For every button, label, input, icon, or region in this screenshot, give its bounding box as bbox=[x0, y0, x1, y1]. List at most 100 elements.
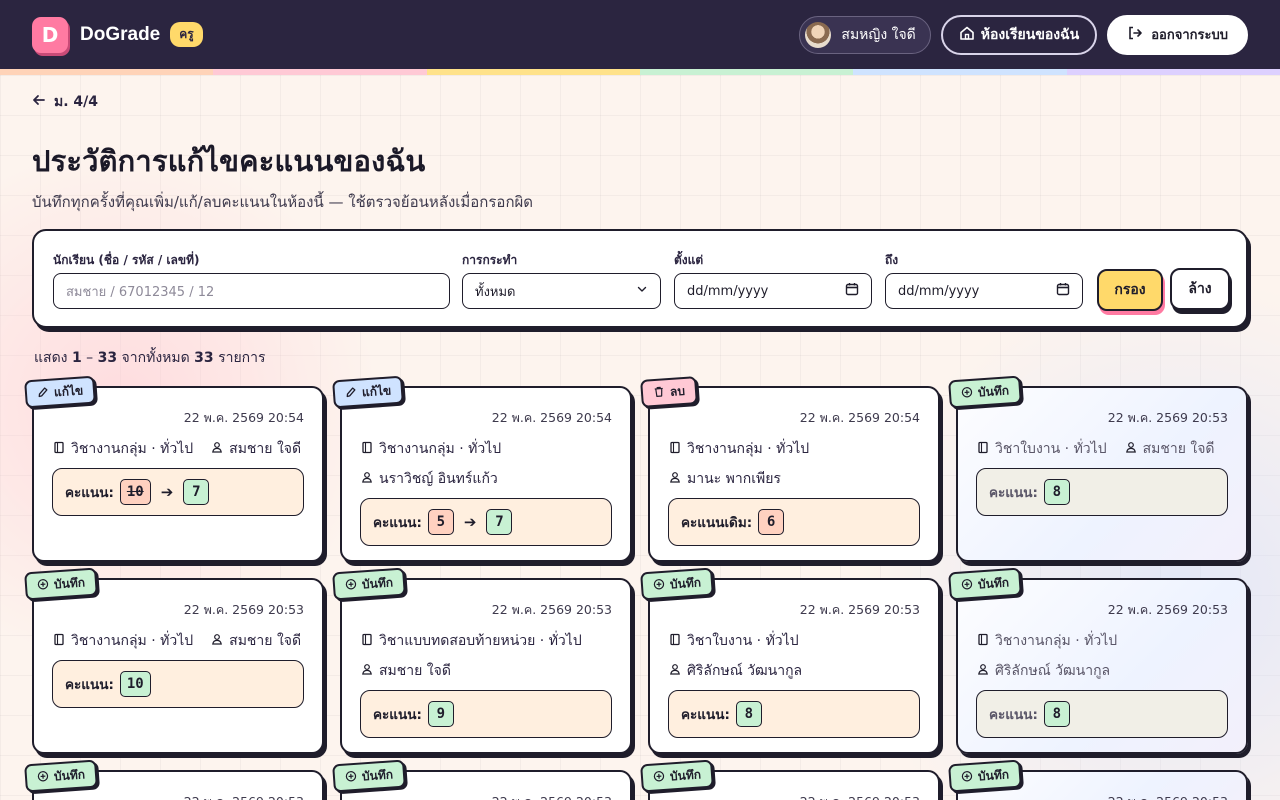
person-icon bbox=[211, 633, 223, 649]
entry-student: สมชาย ใจดี bbox=[361, 660, 451, 682]
person-icon bbox=[361, 663, 373, 679]
entry-meta-row: วิชางานกลุ่ม · ทั่วไป สมชาย ใจดี bbox=[53, 438, 301, 460]
from-date-input[interactable]: dd/mm/yyyy bbox=[674, 273, 872, 309]
entry-subject-row: วิชางานกลุ่ม · ทั่วไป bbox=[669, 438, 809, 460]
person-icon bbox=[669, 471, 681, 487]
entry-student-name: มานะ พากเพียร bbox=[687, 471, 781, 487]
action-badge-edit: แก้ไข bbox=[332, 375, 405, 409]
entry-timestamp: 22 พ.ค. 2569 20:53 bbox=[1108, 792, 1228, 800]
book-icon bbox=[361, 633, 373, 650]
entry-student: ศิริลักษณ์ วัฒนากูล bbox=[669, 660, 802, 682]
results-suffix: รายการ bbox=[218, 350, 266, 366]
action-label: บันทึก bbox=[53, 766, 86, 783]
student-search-placeholder: สมชาย / 67012345 / 12 bbox=[66, 284, 215, 300]
action-badge-record: บันทึก bbox=[332, 759, 406, 793]
plus-circle-icon bbox=[961, 385, 974, 401]
user-profile-pill[interactable]: สมหญิง ใจดี bbox=[799, 15, 931, 54]
entry-subject-text: วิชางานกลุ่ม · ทั่วไป bbox=[71, 441, 194, 457]
calendar-icon[interactable] bbox=[1056, 282, 1070, 300]
score-label: คะแนน: bbox=[65, 485, 114, 501]
plus-circle-icon bbox=[653, 769, 666, 785]
new-score-chip: 8 bbox=[735, 701, 762, 727]
entry-timestamp: 22 พ.ค. 2569 20:53 bbox=[799, 602, 920, 617]
logout-button[interactable]: ออกจากระบบ bbox=[1107, 14, 1248, 55]
new-score-chip: 8 bbox=[1043, 701, 1070, 727]
pencil-icon bbox=[37, 385, 50, 401]
entry-student-name: ศิริลักษณ์ วัฒนากูล bbox=[995, 663, 1111, 679]
book-icon bbox=[669, 441, 681, 458]
arrow-right-icon: ➔ bbox=[463, 513, 477, 531]
book-icon bbox=[361, 441, 373, 458]
entry-subject-text: วิชางานกลุ่ม · ทั่วไป bbox=[379, 441, 502, 457]
logout-icon bbox=[1127, 25, 1143, 45]
entry-timestamp: 22 พ.ค. 2569 20:54 bbox=[799, 410, 920, 425]
entry-student-name: นราวิชญ์ อินทร์แก้ว bbox=[379, 471, 498, 487]
book-icon bbox=[977, 633, 989, 650]
action-select[interactable]: ทั้งหมด bbox=[462, 273, 661, 309]
entry-subject-row: วิชางานกลุ่ม · ทั่วไป bbox=[361, 438, 501, 460]
entry-subject: วิชาแบบทดสอบท้ายหน่วย · ทั่วไป bbox=[361, 630, 582, 652]
person-icon bbox=[977, 663, 989, 679]
trash-icon bbox=[653, 385, 666, 401]
entry-subject-row: วิชาแบบทดสอบท้ายหน่วย · ทั่วไป bbox=[361, 630, 582, 652]
score-change-box: คะแนน: 5 ➔ 7 bbox=[360, 498, 612, 546]
entry-subject: วิชางานกลุ่ม · ทั่วไป bbox=[53, 438, 193, 460]
old-score-chip: 5 bbox=[427, 509, 454, 535]
action-badge-record: บันทึก bbox=[24, 567, 98, 601]
person-icon bbox=[1125, 441, 1137, 457]
clear-button[interactable]: ล้าง bbox=[1170, 268, 1230, 310]
student-search-input[interactable]: สมชาย / 67012345 / 12 bbox=[53, 273, 450, 309]
entry-student-row: ศิริลักษณ์ วัฒนากูล bbox=[669, 660, 802, 682]
entry-timestamp: 22 พ.ค. 2569 20:53 bbox=[491, 602, 612, 617]
entry-timestamp: 22 พ.ค. 2569 20:53 bbox=[184, 792, 304, 800]
action-badge-record: บันทึก bbox=[948, 375, 1022, 409]
entry-timestamp: 22 พ.ค. 2569 20:53 bbox=[800, 792, 920, 800]
entry-timestamp: 22 พ.ค. 2569 20:53 bbox=[183, 602, 304, 617]
brand-name[interactable]: DoGrade bbox=[80, 24, 160, 46]
entry-student: ศิริลักษณ์ วัฒนากูล bbox=[977, 660, 1110, 682]
entry-student-name: สมชาย ใจดี bbox=[379, 663, 451, 679]
entry-timestamp: 22 พ.ค. 2569 20:54 bbox=[491, 410, 612, 425]
score-box: คะแนน: 8 bbox=[976, 690, 1228, 738]
to-date-input[interactable]: dd/mm/yyyy bbox=[885, 273, 1083, 309]
to-date-value: dd/mm/yyyy bbox=[898, 283, 980, 299]
results-middle: จากทั้งหมด bbox=[121, 350, 190, 366]
history-card: แก้ไข 22 พ.ค. 2569 20:54 วิชางานกลุ่ม · … bbox=[24, 375, 324, 562]
entry-student-name: สมชาย ใจดี bbox=[229, 633, 302, 649]
history-card: แก้ไข 22 พ.ค. 2569 20:54 วิชางานกลุ่ม · … bbox=[332, 375, 632, 562]
entry-subject-text: วิชางานกลุ่ม · ทั่วไป bbox=[687, 441, 810, 457]
score-box: คะแนน: 10 bbox=[52, 660, 304, 708]
action-label: บันทึก bbox=[361, 766, 394, 783]
back-label: ม. 4/4 bbox=[54, 94, 99, 110]
entry-timestamp: 22 พ.ค. 2569 20:53 bbox=[1107, 410, 1228, 425]
book-icon bbox=[53, 633, 65, 650]
top-navbar: D DoGrade ครู สมหญิง ใจดี ห้องเรียนของฉั… bbox=[0, 0, 1280, 69]
plus-circle-icon bbox=[345, 577, 358, 593]
entry-subject: วิชางานกลุ่ม · ทั่วไป bbox=[977, 630, 1117, 652]
back-to-class-link[interactable]: ม. 4/4 bbox=[32, 91, 98, 113]
score-label: คะแนนเดิม: bbox=[681, 515, 753, 531]
action-badge-record: บันทึก bbox=[332, 567, 406, 601]
filter-button[interactable]: กรอง bbox=[1097, 269, 1163, 311]
entry-student-row: สมชาย ใจดี bbox=[361, 660, 451, 682]
student-filter-label: นักเรียน (ชื่อ / รหัส / เลขที่) bbox=[53, 253, 200, 267]
results-dash: – bbox=[86, 350, 94, 366]
person-icon bbox=[361, 471, 373, 487]
score-box: คะแนน: 8 bbox=[668, 690, 920, 738]
results-count: แสดง 1 – 33 จากทั้งหมด 33 รายการ bbox=[34, 347, 266, 369]
page-title: ประวัติการแก้ไขคะแนนของฉัน bbox=[32, 144, 426, 178]
entry-subject-text: วิชาแบบทดสอบท้ายหน่วย · ทั่วไป bbox=[379, 633, 582, 649]
score-label: คะแนน: bbox=[65, 677, 114, 693]
house-icon bbox=[959, 25, 975, 45]
my-classrooms-button[interactable]: ห้องเรียนของฉัน bbox=[940, 14, 1098, 55]
action-badge-record: บันทึก bbox=[948, 567, 1022, 601]
plus-circle-icon bbox=[961, 577, 974, 593]
action-badge-record: บันทึก bbox=[24, 759, 98, 793]
score-label: คะแนน: bbox=[373, 707, 422, 723]
user-name: สมหญิง ใจดี bbox=[841, 26, 916, 43]
book-icon bbox=[669, 633, 681, 650]
results-from: 1 bbox=[71, 350, 82, 366]
calendar-icon[interactable] bbox=[845, 282, 859, 300]
history-card: บันทึก 22 พ.ค. 2569 20:53 bbox=[24, 759, 324, 800]
app-logo[interactable]: D bbox=[32, 16, 68, 53]
